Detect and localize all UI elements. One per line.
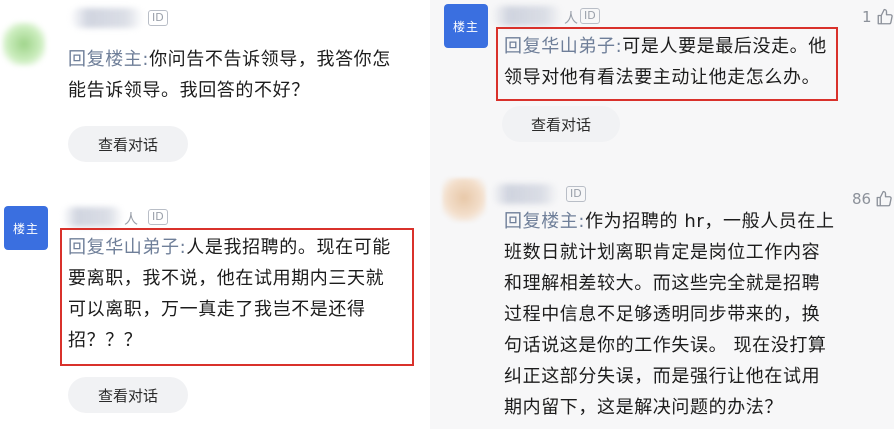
comment-line: 纠正这部分失误，而是强行让他在试用 <box>504 366 821 387</box>
comment-line: 可是人要是最后没走。他 <box>622 36 827 57</box>
username-blurred <box>492 6 562 26</box>
comment-line: 期内留下，这是解决问题的办法？ <box>504 397 783 418</box>
comment-line: 招？？？ <box>68 330 143 351</box>
host-avatar[interactable]: 楼主 <box>4 206 48 250</box>
comment-line: 和理解相差较大。而这些完全就是招聘 <box>504 273 821 294</box>
reply-prefix[interactable]: 回复楼主: <box>68 49 149 70</box>
like-count: 1 <box>862 8 872 26</box>
comment-line: 作为招聘的 hr，一般人员在上 <box>585 211 835 232</box>
user-avatar[interactable] <box>442 178 486 222</box>
comment-line: 句话说这是你的工作失误。 现在没打算 <box>504 335 827 356</box>
host-avatar[interactable]: 楼主 <box>444 4 488 48</box>
view-conversation-button[interactable]: 查看对话 <box>68 126 188 162</box>
username-blurred <box>492 184 558 204</box>
reply-prefix[interactable]: 回复华山弟子: <box>504 36 622 57</box>
comment-3: 楼主 人 ID 1 回复华山弟子:可是人要是最后没走。他 领导对他有看法要主动让… <box>430 0 894 160</box>
comment-line: 人是我招聘的。现在可能 <box>186 237 391 258</box>
id-badge: ID <box>148 209 168 225</box>
comment-line: 可以离职，万一真走了我岂不是还得 <box>68 299 366 320</box>
username-blurred <box>70 8 144 28</box>
comment-text: 回复楼主:你问告不告诉领导，我答你怎 能告诉领导。我回答的不好？ <box>68 44 428 106</box>
right-panel: 楼主 人 ID 1 回复华山弟子:可是人要是最后没走。他 领导对他有看法要主动让… <box>430 0 894 429</box>
comment-4: ID 86 回复楼主:作为招聘的 hr，一般人员在上 班数日就计划离职肯定是岗位… <box>430 168 894 429</box>
thumbs-up-icon <box>877 8 893 25</box>
comment-2: 楼主 人 ID 回复华山弟子:人是我招聘的。现在可能 要离职，我不说，他在试用期… <box>0 190 430 429</box>
id-badge: ID <box>580 8 600 24</box>
comment-line: 能告诉领导。我回答的不好？ <box>68 80 310 101</box>
username-suffix: 人 <box>124 212 138 228</box>
like-button[interactable]: 1 <box>862 8 894 26</box>
reply-prefix[interactable]: 回复楼主: <box>504 211 585 232</box>
username-blurred <box>62 207 124 227</box>
reply-prefix[interactable]: 回复华山弟子: <box>68 237 186 258</box>
id-badge: ID <box>566 186 586 202</box>
username-suffix: 人 <box>564 11 578 27</box>
comment-1: ID 回复楼主:你问告不告诉领导，我答你怎 能告诉领导。我回答的不好？ 查看对话 <box>0 0 430 180</box>
comment-text: 回复华山弟子:可是人要是最后没走。他 领导对他有看法要主动让他走怎么办。 <box>504 31 834 93</box>
comment-text: 回复华山弟子:人是我招聘的。现在可能 要离职，我不说，他在试用期内三天就 可以离… <box>68 232 408 356</box>
comment-line: 领导对他有看法要主动让他走怎么办。 <box>504 67 821 88</box>
view-conversation-button[interactable]: 查看对话 <box>502 106 620 142</box>
comment-line: 要离职，我不说，他在试用期内三天就 <box>68 268 385 289</box>
comment-line: 过程中信息不足够透明同步带来的，换 <box>504 304 821 325</box>
user-avatar[interactable] <box>2 22 46 66</box>
comment-text: 回复楼主:作为招聘的 hr，一般人员在上 班数日就计划离职肯定是岗位工作内容 和… <box>504 206 892 423</box>
left-panel: ID 回复楼主:你问告不告诉领导，我答你怎 能告诉领导。我回答的不好？ 查看对话… <box>0 0 430 429</box>
comment-line: 你问告不告诉领导，我答你怎 <box>149 49 391 70</box>
view-conversation-button[interactable]: 查看对话 <box>68 377 188 413</box>
comment-line: 班数日就计划离职肯定是岗位工作内容 <box>504 242 821 263</box>
id-badge: ID <box>148 10 168 26</box>
